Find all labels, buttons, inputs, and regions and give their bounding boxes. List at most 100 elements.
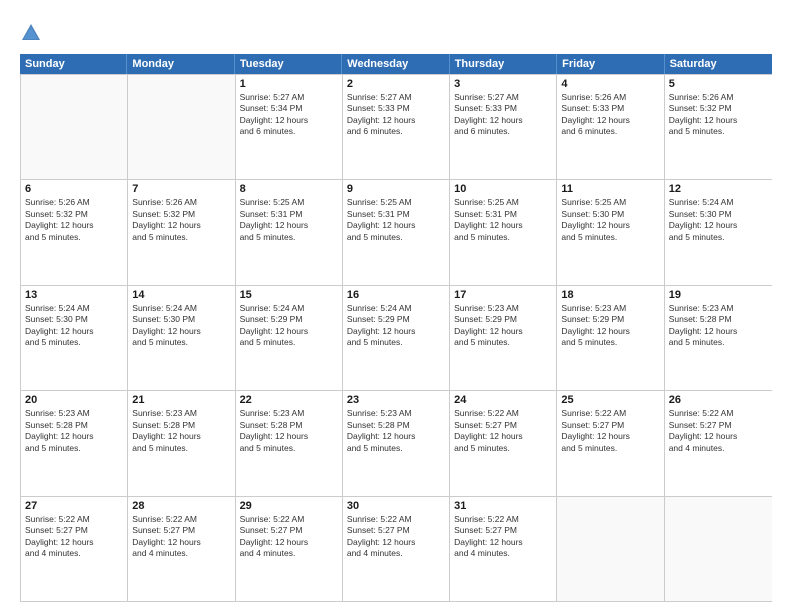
day-number: 18	[561, 289, 659, 301]
day-cell-empty	[557, 497, 664, 601]
day-cell-21: 21Sunrise: 5:23 AM Sunset: 5:28 PM Dayli…	[128, 391, 235, 495]
day-info: Sunrise: 5:22 AM Sunset: 5:27 PM Dayligh…	[132, 514, 230, 560]
day-cell-30: 30 Sunrise: 5:22 AM Sunset: 5:27 PM Dayli…	[343, 497, 450, 601]
day-cell-29: 29 Sunrise: 5:22 AM Sunset: 5:27 PM Dayli…	[236, 497, 343, 601]
weekday-header-tuesday: Tuesday	[235, 54, 342, 74]
day-info: Sunrise: 5:26 AM Sunset: 5:32 PM Dayligh…	[132, 197, 230, 243]
day-number: 31	[454, 500, 552, 512]
day-cell-22: 22 Sunrise: 5:23 AM Sunset: 5:28 PM Dayli…	[236, 391, 343, 495]
day-info: Sunrise: 5:25 AM Sunset: 5:30 PM Dayligh…	[561, 197, 659, 243]
day-cell-19: 19 Sunrise: 5:23 AM Sunset: 5:28 PM Dayli…	[665, 286, 772, 390]
day-info: Sunrise: 5:22 AM Sunset: 5:27 PM Dayligh…	[240, 514, 338, 560]
day-info: Sunrise: 5:26 AM Sunset: 5:32 PM Dayligh…	[25, 197, 123, 243]
day-cell-27: 27Sunrise: 5:22 AM Sunset: 5:27 PM Dayli…	[21, 497, 128, 601]
day-number: 7	[132, 183, 230, 195]
logo-icon	[20, 22, 42, 44]
day-cell-11: 11 Sunrise: 5:25 AM Sunset: 5:30 PM Dayli…	[557, 180, 664, 284]
day-info: Sunrise: 5:22 AM Sunset: 5:27 PM Dayligh…	[454, 514, 552, 560]
day-cell-3: 3Sunrise: 5:27 AM Sunset: 5:33 PM Daylig…	[450, 75, 557, 179]
weekday-header-wednesday: Wednesday	[342, 54, 449, 74]
day-number: 20	[25, 394, 123, 406]
day-info: Sunrise: 5:27 AM Sunset: 5:34 PM Dayligh…	[240, 92, 338, 138]
day-number: 8	[240, 183, 338, 195]
calendar-body: 1Sunrise: 5:27 AM Sunset: 5:34 PM Daylig…	[20, 74, 772, 602]
day-info: Sunrise: 5:23 AM Sunset: 5:28 PM Dayligh…	[669, 303, 768, 349]
weekday-header-monday: Monday	[127, 54, 234, 74]
day-cell-17: 17 Sunrise: 5:23 AM Sunset: 5:29 PM Dayli…	[450, 286, 557, 390]
day-number: 14	[132, 289, 230, 301]
day-info: Sunrise: 5:22 AM Sunset: 5:27 PM Dayligh…	[669, 408, 768, 454]
day-number: 11	[561, 183, 659, 195]
day-number: 19	[669, 289, 768, 301]
day-info: Sunrise: 5:23 AM Sunset: 5:28 PM Dayligh…	[240, 408, 338, 454]
weekday-header-thursday: Thursday	[450, 54, 557, 74]
day-cell-8: 8 Sunrise: 5:25 AM Sunset: 5:31 PM Daylig…	[236, 180, 343, 284]
cal-week-1: 6 Sunrise: 5:26 AM Sunset: 5:32 PM Daylig…	[21, 179, 772, 284]
day-cell-16: 16 Sunrise: 5:24 AM Sunset: 5:29 PM Dayli…	[343, 286, 450, 390]
day-info: Sunrise: 5:24 AM Sunset: 5:30 PM Dayligh…	[25, 303, 123, 349]
day-cell-5: 5Sunrise: 5:26 AM Sunset: 5:32 PM Daylig…	[665, 75, 772, 179]
day-cell-20: 20 Sunrise: 5:23 AM Sunset: 5:28 PM Dayli…	[21, 391, 128, 495]
day-number: 29	[240, 500, 338, 512]
day-info: Sunrise: 5:22 AM Sunset: 5:27 PM Dayligh…	[347, 514, 445, 560]
day-cell-12: 12 Sunrise: 5:24 AM Sunset: 5:30 PM Dayli…	[665, 180, 772, 284]
calendar: SundayMondayTuesdayWednesdayThursdayFrid…	[20, 54, 772, 602]
day-cell-23: 23 Sunrise: 5:23 AM Sunset: 5:28 PM Dayli…	[343, 391, 450, 495]
day-info: Sunrise: 5:27 AM Sunset: 5:33 PM Dayligh…	[347, 92, 445, 138]
day-cell-10: 10 Sunrise: 5:25 AM Sunset: 5:31 PM Dayli…	[450, 180, 557, 284]
weekday-header-sunday: Sunday	[20, 54, 127, 74]
day-number: 15	[240, 289, 338, 301]
day-number: 21	[132, 394, 230, 406]
day-info: Sunrise: 5:22 AM Sunset: 5:27 PM Dayligh…	[25, 514, 123, 560]
cal-week-4: 27Sunrise: 5:22 AM Sunset: 5:27 PM Dayli…	[21, 496, 772, 601]
day-number: 24	[454, 394, 552, 406]
day-info: Sunrise: 5:23 AM Sunset: 5:28 PM Dayligh…	[25, 408, 123, 454]
day-number: 10	[454, 183, 552, 195]
day-info: Sunrise: 5:23 AM Sunset: 5:28 PM Dayligh…	[347, 408, 445, 454]
day-cell-26: 26 Sunrise: 5:22 AM Sunset: 5:27 PM Dayli…	[665, 391, 772, 495]
day-cell-13: 13Sunrise: 5:24 AM Sunset: 5:30 PM Dayli…	[21, 286, 128, 390]
day-cell-7: 7 Sunrise: 5:26 AM Sunset: 5:32 PM Daylig…	[128, 180, 235, 284]
calendar-header: SundayMondayTuesdayWednesdayThursdayFrid…	[20, 54, 772, 74]
day-number: 12	[669, 183, 768, 195]
day-info: Sunrise: 5:24 AM Sunset: 5:30 PM Dayligh…	[132, 303, 230, 349]
day-cell-6: 6 Sunrise: 5:26 AM Sunset: 5:32 PM Daylig…	[21, 180, 128, 284]
cal-week-3: 20 Sunrise: 5:23 AM Sunset: 5:28 PM Dayli…	[21, 390, 772, 495]
day-cell-24: 24 Sunrise: 5:22 AM Sunset: 5:27 PM Dayli…	[450, 391, 557, 495]
weekday-header-saturday: Saturday	[665, 54, 772, 74]
day-cell-31: 31 Sunrise: 5:22 AM Sunset: 5:27 PM Dayli…	[450, 497, 557, 601]
day-info: Sunrise: 5:23 AM Sunset: 5:29 PM Dayligh…	[454, 303, 552, 349]
day-info: Sunrise: 5:23 AM Sunset: 5:29 PM Dayligh…	[561, 303, 659, 349]
day-cell-empty	[665, 497, 772, 601]
day-info: Sunrise: 5:25 AM Sunset: 5:31 PM Dayligh…	[347, 197, 445, 243]
day-number: 6	[25, 183, 123, 195]
day-cell-18: 18 Sunrise: 5:23 AM Sunset: 5:29 PM Dayli…	[557, 286, 664, 390]
day-number: 17	[454, 289, 552, 301]
day-number: 4	[561, 78, 659, 90]
day-number: 23	[347, 394, 445, 406]
day-info: Sunrise: 5:22 AM Sunset: 5:27 PM Dayligh…	[561, 408, 659, 454]
day-info: Sunrise: 5:24 AM Sunset: 5:30 PM Dayligh…	[669, 197, 768, 243]
day-info: Sunrise: 5:25 AM Sunset: 5:31 PM Dayligh…	[240, 197, 338, 243]
day-number: 25	[561, 394, 659, 406]
day-number: 5	[669, 78, 768, 90]
day-number: 30	[347, 500, 445, 512]
day-cell-empty	[128, 75, 235, 179]
day-cell-14: 14 Sunrise: 5:24 AM Sunset: 5:30 PM Dayli…	[128, 286, 235, 390]
day-info: Sunrise: 5:24 AM Sunset: 5:29 PM Dayligh…	[240, 303, 338, 349]
cal-week-2: 13Sunrise: 5:24 AM Sunset: 5:30 PM Dayli…	[21, 285, 772, 390]
day-info: Sunrise: 5:25 AM Sunset: 5:31 PM Dayligh…	[454, 197, 552, 243]
day-number: 28	[132, 500, 230, 512]
day-number: 9	[347, 183, 445, 195]
day-cell-25: 25 Sunrise: 5:22 AM Sunset: 5:27 PM Dayli…	[557, 391, 664, 495]
day-cell-empty	[21, 75, 128, 179]
cal-week-0: 1Sunrise: 5:27 AM Sunset: 5:34 PM Daylig…	[21, 74, 772, 179]
day-number: 22	[240, 394, 338, 406]
day-cell-2: 2Sunrise: 5:27 AM Sunset: 5:33 PM Daylig…	[343, 75, 450, 179]
day-info: Sunrise: 5:22 AM Sunset: 5:27 PM Dayligh…	[454, 408, 552, 454]
day-info: Sunrise: 5:24 AM Sunset: 5:29 PM Dayligh…	[347, 303, 445, 349]
day-number: 26	[669, 394, 768, 406]
day-cell-1: 1Sunrise: 5:27 AM Sunset: 5:34 PM Daylig…	[236, 75, 343, 179]
day-number: 16	[347, 289, 445, 301]
day-cell-28: 28 Sunrise: 5:22 AM Sunset: 5:27 PM Dayli…	[128, 497, 235, 601]
